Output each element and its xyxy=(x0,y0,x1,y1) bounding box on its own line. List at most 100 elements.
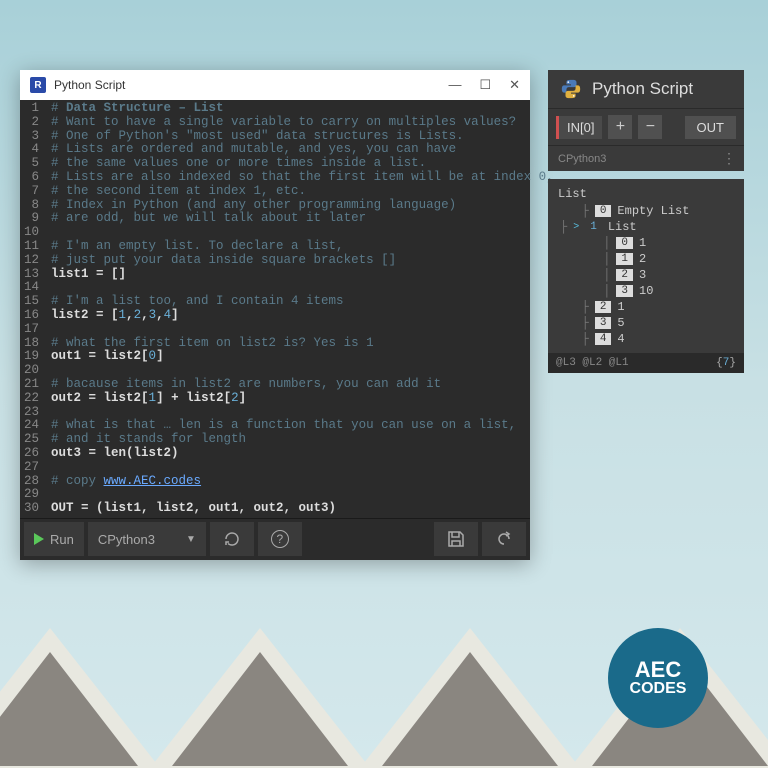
code-line[interactable] xyxy=(51,323,554,337)
add-input-button[interactable]: + xyxy=(608,115,632,139)
node-header[interactable]: Python Script xyxy=(548,70,744,108)
code-line[interactable] xyxy=(51,488,554,502)
code-line[interactable]: # just put your data inside square brack… xyxy=(51,254,554,268)
code-line[interactable]: # Lists are ordered and mutable, and yes… xyxy=(51,143,554,157)
code-line[interactable]: # are odd, but we will talk about it lat… xyxy=(51,212,554,226)
tree-row[interactable]: ├21 xyxy=(554,299,738,315)
code-line[interactable]: OUT = (list1, list2, out1, out2, out3) xyxy=(51,502,554,516)
line-number: 30 xyxy=(24,502,39,516)
line-number: 3 xyxy=(24,130,39,144)
tree-row[interactable]: │ 310 xyxy=(554,283,738,299)
output-port[interactable]: OUT xyxy=(685,116,736,139)
tree-row[interactable]: ├>1List xyxy=(554,219,738,235)
code-line[interactable]: # what the first item on list2 is? Yes i… xyxy=(51,337,554,351)
line-number: 5 xyxy=(24,157,39,171)
line-number: 6 xyxy=(24,171,39,185)
play-icon xyxy=(34,533,44,545)
line-number: 22 xyxy=(24,392,39,406)
code-line[interactable]: # I'm an empty list. To declare a list, xyxy=(51,240,554,254)
line-number: 14 xyxy=(24,281,39,295)
tree-value: 3 xyxy=(639,268,646,282)
code-line[interactable]: # bacause items in list2 are numbers, yo… xyxy=(51,378,554,392)
reset-button[interactable] xyxy=(210,522,254,556)
tree-value: List xyxy=(608,220,637,234)
tree-value: 2 xyxy=(639,252,646,266)
line-number: 10 xyxy=(24,226,39,240)
watch-panel: List ├0Empty List├>1List │ 01 │ 12 │ 23 … xyxy=(548,179,744,353)
tree-index: 0 xyxy=(595,205,612,217)
level-labels: @L3 @L2 @L1 xyxy=(556,357,629,369)
app-icon: R xyxy=(30,77,46,93)
undo-button[interactable] xyxy=(482,522,526,556)
code-line[interactable]: # the second item at index 1, etc. xyxy=(51,185,554,199)
code-line[interactable] xyxy=(51,281,554,295)
expand-icon[interactable]: > xyxy=(573,222,579,233)
node-engine-label: CPython3 xyxy=(558,153,606,165)
engine-select[interactable]: CPython3 ▼ xyxy=(88,522,206,556)
help-button[interactable]: ? xyxy=(258,522,302,556)
tree-index: 2 xyxy=(616,269,633,281)
tree-value: 10 xyxy=(639,284,653,298)
code-line[interactable]: # and it stands for length xyxy=(51,433,554,447)
tree-row[interactable]: │ 01 xyxy=(554,235,738,251)
tree-row[interactable]: │ 23 xyxy=(554,267,738,283)
code-line[interactable]: # One of Python's "most used" data struc… xyxy=(51,130,554,144)
line-number: 28 xyxy=(24,475,39,489)
save-button[interactable] xyxy=(434,522,478,556)
chevron-down-icon: ▼ xyxy=(186,534,196,545)
tree-index: 2 xyxy=(595,301,612,313)
code-line[interactable]: out1 = list2[0] xyxy=(51,350,554,364)
line-number: 18 xyxy=(24,337,39,351)
tree-value: 4 xyxy=(617,332,624,346)
remove-input-button[interactable]: − xyxy=(638,115,662,139)
code-line[interactable]: # I'm a list too, and I contain 4 items xyxy=(51,295,554,309)
input-port[interactable]: IN[0] xyxy=(556,116,602,139)
code-line[interactable] xyxy=(51,406,554,420)
tree-index: 3 xyxy=(595,317,612,329)
code-line[interactable]: # Lists are also indexed so that the fir… xyxy=(51,171,554,185)
tree-value: 5 xyxy=(617,316,624,330)
line-number: 9 xyxy=(24,212,39,226)
minimize-button[interactable]: — xyxy=(448,77,461,93)
titlebar[interactable]: R Python Script — ☐ ✕ xyxy=(20,70,530,100)
line-number: 17 xyxy=(24,323,39,337)
code-line[interactable]: # copy www.AEC.codes xyxy=(51,475,554,489)
line-number: 8 xyxy=(24,199,39,213)
code-line[interactable]: # the same values one or more times insi… xyxy=(51,157,554,171)
code-line[interactable]: out2 = list2[1] + list2[2] xyxy=(51,392,554,406)
toolbar: Run CPython3 ▼ ? xyxy=(20,518,530,560)
code-line[interactable] xyxy=(51,364,554,378)
tree-index: 4 xyxy=(595,333,612,345)
tree-row[interactable]: ├0Empty List xyxy=(554,203,738,219)
line-number: 4 xyxy=(24,143,39,157)
line-number: 29 xyxy=(24,488,39,502)
code-line[interactable]: # Index in Python (and any other program… xyxy=(51,199,554,213)
refresh-icon xyxy=(222,529,242,549)
line-number: 27 xyxy=(24,461,39,475)
tree-row[interactable]: ├44 xyxy=(554,331,738,347)
tree-value: 1 xyxy=(639,236,646,250)
more-icon[interactable]: ⋮ xyxy=(722,150,734,167)
code-line[interactable] xyxy=(51,226,554,240)
code-line[interactable] xyxy=(51,461,554,475)
maximize-button[interactable]: ☐ xyxy=(479,77,491,93)
python-icon xyxy=(560,78,582,100)
code-line[interactable]: # Want to have a single variable to carr… xyxy=(51,116,554,130)
line-gutter: 1234567891011121314151617181920212223242… xyxy=(20,100,45,518)
line-number: 2 xyxy=(24,116,39,130)
code-line[interactable]: out3 = len(list2) xyxy=(51,447,554,461)
tree-row[interactable]: │ 12 xyxy=(554,251,738,267)
aec-codes-logo: AEC CODES xyxy=(608,628,708,728)
code-editor[interactable]: # Data Structure – List# Want to have a … xyxy=(45,100,560,518)
code-line[interactable]: # Data Structure – List xyxy=(51,102,554,116)
line-number: 16 xyxy=(24,309,39,323)
tree-row[interactable]: ├35 xyxy=(554,315,738,331)
code-line[interactable]: list1 = [] xyxy=(51,268,554,282)
close-button[interactable]: ✕ xyxy=(509,77,520,93)
code-line[interactable]: list2 = [1,2,3,4] xyxy=(51,309,554,323)
run-button[interactable]: Run xyxy=(24,522,84,556)
tree-index: 0 xyxy=(616,237,633,249)
undo-icon xyxy=(494,529,514,549)
code-line[interactable]: # what is that … len is a function that … xyxy=(51,419,554,433)
line-number: 1 xyxy=(24,102,39,116)
